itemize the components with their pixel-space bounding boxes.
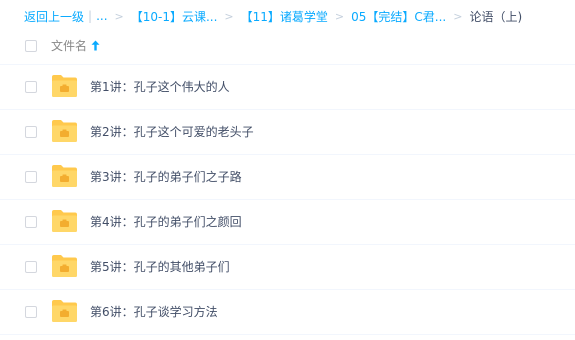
row-checkbox[interactable] <box>25 171 37 183</box>
breadcrumb: 返回上一级 | ... > 【10-1】云课... > 【11】诸葛学堂 > 0… <box>24 6 522 26</box>
file-name[interactable]: 第6讲：孔子谈学习方法 <box>90 304 218 320</box>
breadcrumb-current: 论语（上) <box>469 9 523 24</box>
row-checkbox[interactable] <box>25 126 37 138</box>
chevron-right-icon: > <box>334 9 345 23</box>
file-browser: 返回上一级 | ... > 【10-1】云课... > 【11】诸葛学堂 > 0… <box>0 0 575 340</box>
sort-ascending-arrow-icon[interactable] <box>91 40 100 51</box>
breadcrumb-divider: | <box>88 9 93 23</box>
breadcrumb-ellipsis[interactable]: ... <box>96 9 107 23</box>
row-checkbox[interactable] <box>25 261 37 273</box>
folder-icon <box>52 75 77 97</box>
file-row[interactable]: 第6讲：孔子谈学习方法 <box>0 290 575 335</box>
back-link[interactable]: 返回上一级 <box>24 8 84 25</box>
breadcrumb-item-1[interactable]: 【10-1】云课... <box>131 8 218 25</box>
file-row[interactable]: 第2讲：孔子这个可爱的老头子 <box>0 110 575 155</box>
breadcrumb-item-2[interactable]: 【11】诸葛学堂 <box>241 8 328 25</box>
folder-icon <box>52 255 77 277</box>
filename-column-header[interactable]: 文件名 <box>51 38 87 54</box>
row-checkbox[interactable] <box>25 306 37 318</box>
chevron-right-icon: > <box>114 9 124 23</box>
row-checkbox[interactable] <box>25 216 37 228</box>
row-checkbox[interactable] <box>25 81 37 93</box>
file-name[interactable]: 第2讲：孔子这个可爱的老头子 <box>90 124 254 140</box>
folder-icon <box>52 120 77 142</box>
file-name[interactable]: 第1讲：孔子这个伟大的人 <box>90 79 230 95</box>
file-name[interactable]: 第3讲：孔子的弟子们之子路 <box>90 169 242 185</box>
file-row[interactable]: 第4讲：孔子的弟子们之颜回 <box>0 200 575 245</box>
breadcrumb-item-3[interactable]: 05【完结】C君... <box>351 8 446 25</box>
folder-icon <box>52 300 77 322</box>
file-row[interactable]: 第3讲：孔子的弟子们之子路 <box>0 155 575 200</box>
file-row[interactable]: 第1讲：孔子这个伟大的人 <box>0 65 575 110</box>
file-name[interactable]: 第5讲：孔子的其他弟子们 <box>90 259 230 275</box>
chevron-right-icon: > <box>224 9 234 23</box>
folder-icon <box>52 165 77 187</box>
select-all-checkbox[interactable] <box>25 40 37 52</box>
chevron-right-icon: > <box>453 9 463 23</box>
folder-icon <box>52 210 77 232</box>
file-row[interactable]: 第5讲：孔子的其他弟子们 <box>0 245 575 290</box>
file-list-header: 文件名 <box>0 31 575 65</box>
file-name[interactable]: 第4讲：孔子的弟子们之颜回 <box>90 214 242 230</box>
